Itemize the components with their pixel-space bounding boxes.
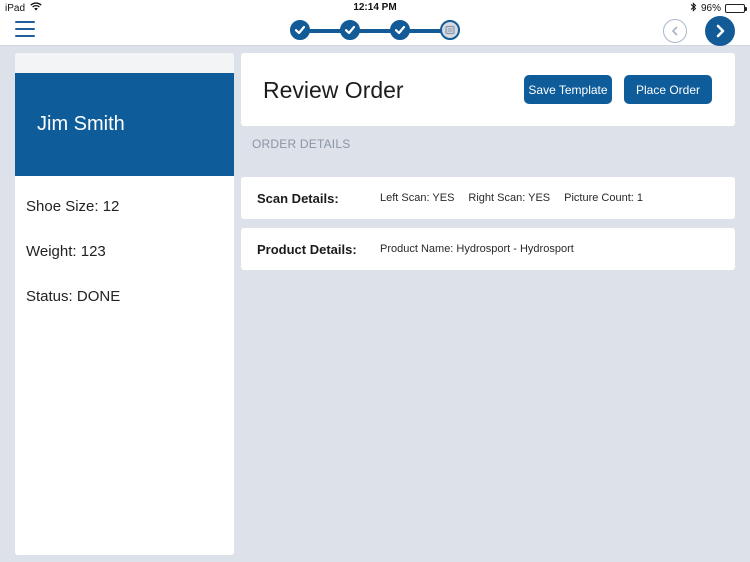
status-bar: iPad 12:14 PM 96% xyxy=(0,0,750,16)
shoe-size: Shoe Size: 12 xyxy=(26,198,120,215)
page-title: Review Order xyxy=(263,77,404,103)
customer-panel: Jim Smith Shoe Size: 12 Weight: 123 Stat… xyxy=(15,53,234,555)
panel-top-strip xyxy=(15,53,234,73)
place-order-button[interactable]: Place Order xyxy=(624,75,712,104)
step-1-complete-icon[interactable] xyxy=(290,20,310,40)
chevron-right-icon xyxy=(716,24,725,38)
step-4-review-icon[interactable] xyxy=(440,20,460,40)
order-progress-stepper xyxy=(290,20,462,42)
back-button[interactable] xyxy=(663,19,687,43)
menu-icon[interactable] xyxy=(15,21,35,39)
customer-name: Jim Smith xyxy=(37,113,125,135)
picture-count: Picture Count: 1 xyxy=(564,192,644,204)
step-3-complete-icon[interactable] xyxy=(390,20,410,40)
progress-line xyxy=(300,29,450,33)
nav-bar xyxy=(0,16,750,46)
bluetooth-icon xyxy=(690,2,697,15)
customer-name-block: Jim Smith xyxy=(15,73,234,176)
scan-details-values: Left Scan: YES Right Scan: YES Picture Cou… xyxy=(380,192,643,204)
scan-details-label: Scan Details: xyxy=(257,190,339,206)
product-details-card: Product Details: Product Name: Hydrospor… xyxy=(241,228,735,270)
battery-percent: 96% xyxy=(700,3,721,14)
battery-icon xyxy=(725,4,747,13)
customer-info: Shoe Size: 12 Weight: 123 Status: DONE xyxy=(15,176,234,330)
left-scan: Left Scan: YES xyxy=(380,192,455,204)
scan-details-card: Scan Details: Left Scan: YES Right Scan: … xyxy=(241,177,735,219)
next-button[interactable] xyxy=(705,16,735,46)
product-details-label: Product Details: xyxy=(257,241,357,257)
status: Status: DONE xyxy=(26,288,121,305)
status-right: 96% xyxy=(690,2,747,15)
step-2-complete-icon[interactable] xyxy=(340,20,360,40)
right-scan: Right Scan: YES xyxy=(468,192,551,204)
review-header-card: Review Order Save Template Place Order xyxy=(241,53,735,126)
save-template-button[interactable]: Save Template xyxy=(524,75,612,104)
chevron-left-icon xyxy=(672,26,678,36)
weight: Weight: 123 xyxy=(26,243,106,260)
product-name: Product Name: Hydrosport - Hydrosport xyxy=(380,243,574,255)
clock: 12:14 PM xyxy=(353,2,397,13)
order-details-heading: ORDER DETAILS xyxy=(252,137,351,151)
